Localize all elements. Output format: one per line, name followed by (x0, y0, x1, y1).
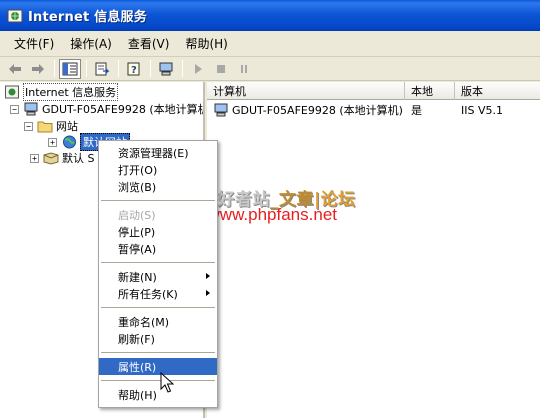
menu-item-new-label: 新建(N) (118, 270, 157, 284)
show-hide-tree-button[interactable] (59, 58, 81, 79)
computer-button[interactable] (155, 59, 177, 79)
tree-node-websites-label: 网站 (56, 120, 78, 133)
menu-item-help[interactable]: 帮助(H) (99, 386, 217, 403)
tree-node-default-smtp[interactable]: + 默认 S (30, 150, 94, 166)
menu-view[interactable]: 查看(V) (120, 35, 178, 52)
menu-file[interactable]: 文件(F) (6, 35, 62, 52)
menu-item-refresh[interactable]: 刷新(F) (99, 330, 217, 347)
cell-computer-text: GDUT-F05AFE9928 (本地计算机) (232, 104, 403, 117)
menu-item-properties[interactable]: 属性(R) (99, 358, 217, 375)
menu-item-all-tasks-label: 所有任务(K) (118, 287, 178, 301)
forward-icon (32, 63, 44, 74)
computer-icon (23, 102, 39, 116)
table-row[interactable]: GDUT-F05AFE9928 (本地计算机) 是 IIS V5.1 (207, 102, 540, 118)
export-list-button[interactable] (91, 59, 113, 79)
tree-node-default-smtp-label: 默认 S (62, 152, 95, 165)
menu-item-all-tasks[interactable]: 所有任务(K) (99, 285, 217, 302)
context-menu: 资源管理器(E) 打开(O) 浏览(B) 启动(S) 停止(P) 暂停(A) 新… (98, 140, 218, 408)
mouse-cursor-icon (160, 372, 174, 393)
menu-action[interactable]: 操作(A) (62, 35, 120, 52)
iis-icon (7, 9, 23, 22)
submenu-arrow-icon (206, 273, 210, 279)
menu-item-rename[interactable]: 重命名(M) (99, 313, 217, 330)
toolbar-separator (182, 60, 183, 77)
stop-button[interactable] (210, 59, 232, 79)
collapse-icon[interactable]: − (24, 121, 33, 131)
expand-icon[interactable]: + (48, 137, 57, 147)
submenu-arrow-icon (206, 290, 210, 296)
tree-node-websites[interactable]: − 网站 (24, 118, 78, 134)
stop-icon (217, 64, 225, 73)
pause-button[interactable] (233, 59, 255, 79)
toolbar-separator (54, 60, 55, 77)
column-header-version[interactable]: 版本 (455, 82, 540, 100)
menu-item-start: 启动(S) (118, 208, 156, 222)
window-title: Internet 信息服务 (28, 10, 147, 25)
start-icon (195, 63, 202, 74)
help-button[interactable]: ? (123, 59, 145, 79)
toolbar-separator (118, 60, 119, 77)
menu-separator (101, 380, 215, 381)
show-hide-tree-icon (62, 62, 78, 75)
list-pane[interactable]: 计算机 本地 版本 GDUT-F05AFE9928 (本地计算机) 是 IIS … (207, 82, 540, 418)
tree-node-computer[interactable]: − GDUT-F05AFE9928 (本地计算机 (10, 101, 205, 117)
menu-bar: 文件(F) 操作(A) 查看(V) 帮助(H) (0, 31, 540, 57)
toolbar: ? (0, 57, 540, 81)
menu-item-pause[interactable]: 暂停(A) (99, 240, 217, 257)
menu-separator (101, 262, 215, 263)
column-header-local[interactable]: 本地 (405, 82, 455, 100)
menu-separator (101, 200, 215, 201)
toolbar-separator (150, 60, 151, 77)
pause-icon (241, 64, 247, 73)
folder-icon (37, 119, 53, 133)
cell-local: 是 (411, 104, 422, 117)
computer-icon (159, 62, 173, 75)
list-header: 计算机 本地 版本 (207, 82, 540, 100)
svg-text:?: ? (131, 65, 137, 76)
cell-computer: GDUT-F05AFE9928 (本地计算机) (207, 102, 405, 118)
mail-server-icon (43, 151, 59, 165)
back-button[interactable] (4, 59, 26, 79)
tree-root-label: Internet 信息服务 (23, 83, 119, 101)
tree-node-computer-label: GDUT-F05AFE9928 (本地计算机 (42, 103, 205, 116)
menu-separator (101, 307, 215, 308)
collapse-icon[interactable]: − (10, 104, 19, 114)
menu-item-explorer[interactable]: 资源管理器(E) (99, 144, 217, 161)
menu-item-browse[interactable]: 浏览(B) (99, 178, 217, 195)
menu-separator (101, 352, 215, 353)
cell-version: IIS V5.1 (461, 103, 503, 117)
menu-item-new[interactable]: 新建(N) (99, 268, 217, 285)
start-button[interactable] (187, 59, 209, 79)
column-header-computer[interactable]: 计算机 (207, 82, 405, 100)
title-bar[interactable]: Internet 信息服务 (0, 0, 540, 31)
iis-icon (4, 85, 20, 99)
help-icon: ? (127, 62, 140, 76)
menu-help[interactable]: 帮助(H) (177, 35, 235, 52)
forward-button[interactable] (27, 59, 49, 79)
export-list-icon (95, 62, 110, 75)
toolbar-separator (86, 60, 87, 77)
tree-root[interactable]: Internet 信息服务 (4, 83, 119, 101)
globe-icon (61, 135, 77, 149)
menu-item-stop[interactable]: 停止(P) (99, 223, 217, 240)
expand-icon[interactable]: + (30, 153, 39, 163)
menu-item-open[interactable]: 打开(O) (99, 161, 217, 178)
computer-icon (213, 103, 229, 117)
back-icon (9, 63, 21, 74)
